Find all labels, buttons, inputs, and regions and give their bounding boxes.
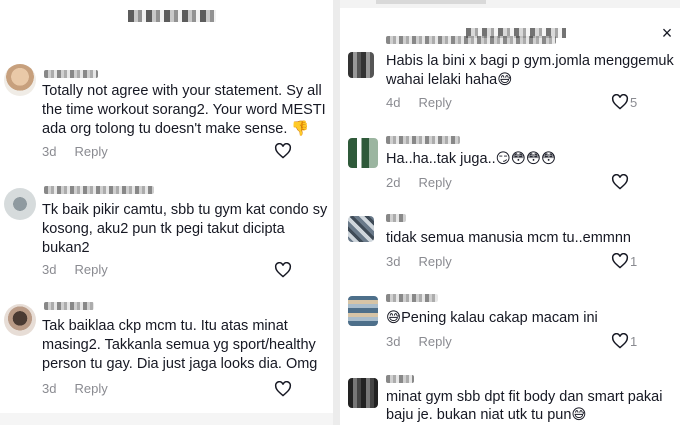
avatar[interactable] — [4, 304, 36, 336]
comment-text: bukan2 — [42, 240, 90, 256]
comment-text: masing2. Takkanla semua yg sport/healthy — [42, 337, 316, 353]
heart-outline-icon[interactable] — [611, 94, 629, 110]
avatar[interactable] — [4, 188, 36, 220]
reply-button[interactable]: Reply — [418, 254, 451, 269]
reply-button[interactable]: Reply — [74, 381, 107, 396]
heart-outline-icon[interactable] — [611, 253, 629, 269]
like-count: 5 — [630, 95, 638, 110]
blurred-username — [386, 36, 556, 44]
avatar[interactable] — [348, 378, 378, 408]
comment-meta: 4d Reply — [386, 95, 452, 110]
comment-age: 3d — [42, 262, 57, 277]
comment-text: wahai lelaki haha😅 — [386, 72, 513, 88]
avatar[interactable] — [348, 52, 374, 78]
comment-meta: 3d Reply — [42, 144, 108, 159]
comment-text: the time workout sorang2. Your word MEST… — [42, 102, 326, 118]
comment-age: 3d — [42, 144, 57, 159]
comment-age: 3d — [386, 334, 401, 349]
comment-meta: 3d Reply — [386, 334, 452, 349]
comment-age: 4d — [386, 95, 401, 110]
blurred-username — [44, 302, 94, 310]
comment-text: Ha..ha..tak juga..😏😳😳😳 — [386, 151, 557, 167]
reply-button[interactable]: Reply — [418, 175, 451, 190]
close-icon[interactable]: × — [658, 24, 676, 42]
blurred-username — [44, 186, 154, 194]
heart-outline-icon[interactable] — [274, 262, 292, 278]
blurred-username — [386, 136, 460, 144]
comment-text: minat gym sbb dpt fit body dan smart pak… — [386, 389, 663, 405]
blurred-header — [128, 10, 216, 22]
avatar[interactable] — [348, 216, 374, 242]
reply-button[interactable]: Reply — [74, 144, 107, 159]
like-count: 1 — [630, 254, 638, 269]
reply-button[interactable]: Reply — [418, 334, 451, 349]
bottom-divider — [0, 413, 333, 425]
heart-outline-icon[interactable] — [611, 174, 629, 190]
blurred-username — [386, 375, 414, 383]
comment-text: person tu gay. Dia just jaga looks dia. … — [42, 356, 318, 372]
blurred-username — [386, 294, 438, 302]
comment-text: 😅Pening kalau cakap macam ini — [386, 310, 598, 326]
comment-meta: 2d Reply — [386, 175, 452, 190]
heart-outline-icon[interactable] — [274, 381, 292, 397]
comment-text: tidak semua manusia mcm tu..emmnn — [386, 230, 631, 246]
comment-age: 2d — [386, 175, 401, 190]
comment-meta: 3d Reply — [386, 254, 452, 269]
comment-text: Tak baiklaa ckp mcm tu. Itu atas minat — [42, 318, 288, 334]
avatar[interactable] — [4, 64, 36, 96]
comment-meta: 3d Reply — [42, 262, 108, 277]
comment-meta: 3d Reply — [42, 381, 108, 396]
top-strip — [340, 0, 680, 8]
comment-text: kosong, aku2 pun tk pegi takut dicipta — [42, 221, 285, 237]
panel-separator — [333, 0, 340, 425]
comment-text: ada org tolong tu doesn't make sense. 👎 — [42, 121, 310, 137]
reply-button[interactable]: Reply — [418, 95, 451, 110]
comment-text: Habis la bini x bagi p gym.jomla menggem… — [386, 53, 674, 69]
blurred-username — [44, 70, 98, 78]
like-count: 1 — [630, 334, 638, 349]
heart-outline-icon[interactable] — [611, 333, 629, 349]
avatar[interactable] — [348, 138, 378, 168]
comments-panel-left: Totally not agree with your statement. S… — [0, 0, 333, 425]
heart-outline-icon[interactable] — [274, 143, 292, 159]
comment-text: baju je. bukan niat utk tu pun😅 — [386, 407, 587, 423]
reply-button[interactable]: Reply — [74, 262, 107, 277]
avatar[interactable] — [348, 296, 378, 326]
comment-age: 3d — [386, 254, 401, 269]
comment-text: Totally not agree with your statement. S… — [42, 83, 322, 99]
comment-text: Tk baik pikir camtu, sbb tu gym kat cond… — [42, 202, 328, 218]
blurred-username — [386, 214, 406, 222]
comment-age: 3d — [42, 381, 57, 396]
